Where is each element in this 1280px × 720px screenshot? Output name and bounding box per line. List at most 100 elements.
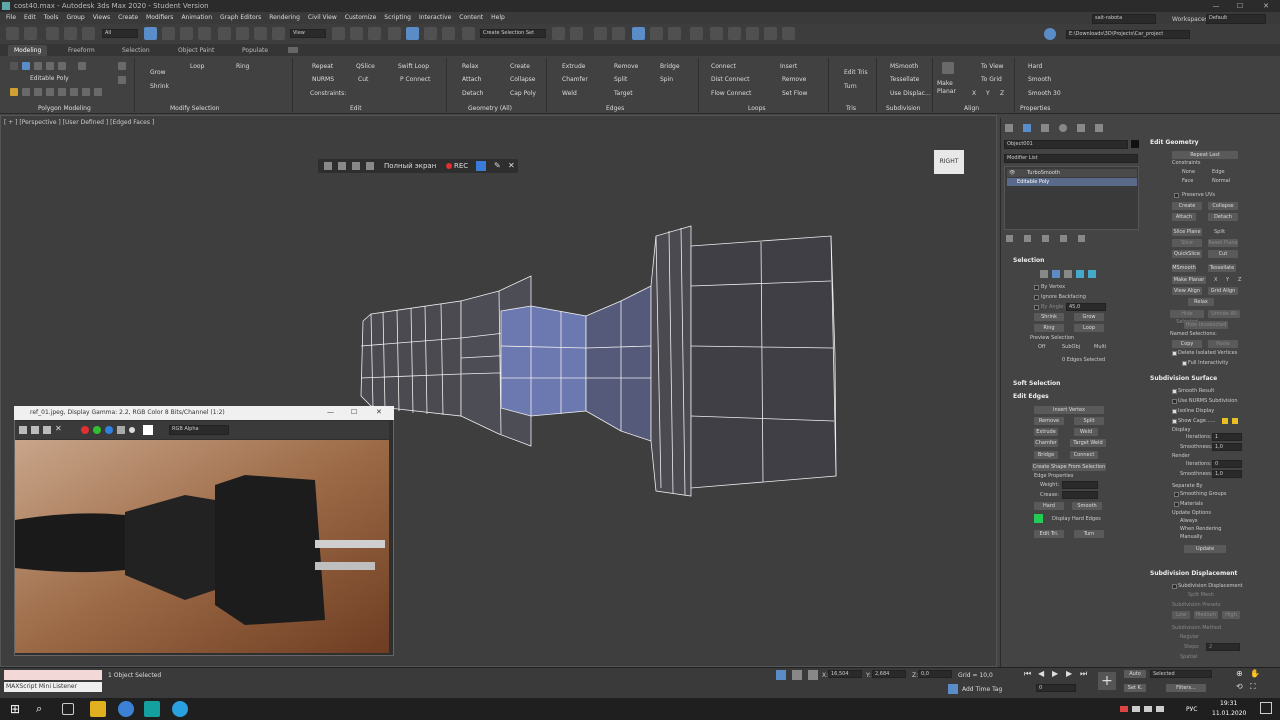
extrude-button[interactable]: Extrude [562,62,585,71]
window-icon[interactable] [338,162,346,170]
qslice-button[interactable]: QSlice [356,62,375,71]
eg-x-button[interactable]: X [1214,276,1217,284]
y-coord-input[interactable]: 2,684 [872,670,906,678]
hard-button[interactable]: Hard [1028,62,1042,71]
close-icon[interactable]: ✕ [1258,0,1274,12]
maximize-icon[interactable]: ☐ [1232,0,1248,12]
go-start-icon[interactable]: ⏮ [1024,669,1031,679]
object-color-swatch[interactable] [1131,140,1139,148]
msmooth-button[interactable]: MSmooth [890,62,918,71]
modify-tab-icon[interactable] [1023,124,1031,132]
ribbon-toggle-icon[interactable] [632,27,645,40]
create-tab-icon[interactable] [1005,124,1013,132]
zoom-icon[interactable]: ⊕ [1236,669,1243,678]
bind-spacewarp-icon[interactable] [82,27,95,40]
slice-button[interactable]: Slice [1172,239,1202,247]
edit-named-sel-icon[interactable] [462,27,475,40]
scene-explorer-icon[interactable] [594,27,607,40]
ring-sel-button[interactable]: Ring [1034,324,1064,332]
time-tag-icon[interactable] [948,684,958,694]
ee-hard-button[interactable]: Hard [1034,502,1064,510]
border-icon[interactable] [1064,270,1072,278]
turn-button[interactable]: Turn [844,82,857,91]
scale-icon[interactable] [254,27,267,40]
maxscript-input[interactable] [4,670,102,680]
slice-plane-button[interactable]: Slice Plane [1172,228,1202,236]
grow-button[interactable]: Grow [150,68,166,77]
selection-filter-dropdown[interactable]: All [102,29,138,38]
create-shape-button[interactable]: Create Shape From Selection [1032,463,1106,471]
eg-create-button[interactable]: Create [1172,202,1202,210]
border-mode-icon[interactable] [34,62,42,70]
eg-relax-button[interactable]: Relax [1188,298,1214,306]
loop-sel-button[interactable]: Loop [1074,324,1104,332]
by-vertex-checkbox[interactable] [1034,285,1039,290]
group-loops[interactable]: Loops [748,104,766,113]
ee-split-button[interactable]: Split [1074,417,1104,425]
shrink-sel-button[interactable]: Shrink [1034,313,1064,321]
undo-icon[interactable] [6,27,19,40]
x-coord-input[interactable]: 16,504 [828,670,862,678]
display-tab-icon[interactable] [1077,124,1085,132]
crop-icon[interactable] [366,162,374,170]
menu-views[interactable]: Views [93,12,110,24]
select-manipulate-icon[interactable] [350,27,363,40]
eg-detach-button[interactable]: Detach [1208,213,1238,221]
named-paste-button[interactable]: Paste [1208,340,1238,348]
attach-button[interactable]: Attach [462,75,481,84]
ee-extrude-button[interactable]: Extrude [1034,428,1058,436]
insert-vertex-button[interactable]: Insert Vertex [1034,406,1104,414]
window-crossing-icon[interactable] [198,27,211,40]
split-mesh-label[interactable]: Split Mesh [1188,591,1214,599]
manually-radio[interactable]: Manually [1180,533,1203,541]
flow-connect-button[interactable]: Flow Connect [711,89,751,98]
ring-button[interactable]: Ring [236,62,249,71]
color-swatch-icon[interactable] [476,161,486,171]
show-cage-checkbox[interactable] [1172,419,1177,424]
placement-icon[interactable] [272,27,285,40]
ignore-backface-icon[interactable] [46,88,54,96]
next-frame-icon[interactable]: ▶ [1066,669,1072,678]
group-subdivision[interactable]: Subdivision [886,104,920,113]
search-icon[interactable]: ⌕ [36,701,52,717]
render-cloud-icon[interactable] [764,27,777,40]
mono-icon[interactable] [129,427,135,433]
insert-button[interactable]: Insert [780,62,797,71]
collapse-stack-icon[interactable] [58,88,66,96]
to-grid-button[interactable]: To Grid [981,75,1002,84]
cut-button[interactable]: Cut [358,75,368,84]
cap-poly-button[interactable]: Cap Poly [510,89,536,98]
align-z-button[interactable]: Z [1000,89,1004,98]
snaps-toggle-icon[interactable] [388,27,401,40]
bridge-button[interactable]: Bridge [660,62,680,71]
group-edit[interactable]: Edit [350,104,362,113]
menu-customize[interactable]: Customize [345,12,377,24]
ee-chamfer-button[interactable]: Chamfer [1034,439,1058,447]
minimize-icon[interactable]: — [327,408,334,416]
to-view-button[interactable]: To View [981,62,1003,71]
flag-icon[interactable] [1120,706,1128,712]
show-end-icon[interactable] [1024,235,1031,242]
cage-color-a[interactable] [1222,418,1228,424]
curve-editor-icon[interactable] [650,27,663,40]
render-setup-icon[interactable] [710,27,723,40]
group-geometry[interactable]: Geometry (All) [468,104,512,113]
preserve-uvs-icon[interactable] [34,88,42,96]
move-icon[interactable] [218,27,231,40]
selection-header[interactable]: Selection [1013,256,1044,266]
use-displace-button[interactable]: Use Displac... [890,89,931,98]
weld-button[interactable]: Weld [562,89,577,98]
unhide-all-button[interactable]: Unhide All [1208,310,1240,318]
region-icon[interactable] [352,162,360,170]
set-flow-button[interactable]: Set Flow [782,89,807,98]
bg-color-swatch[interactable] [143,425,153,435]
chamfer-button[interactable]: Chamfer [562,75,588,84]
project-icon[interactable] [1044,28,1056,40]
spin-button[interactable]: Spin [660,75,673,84]
menu-rendering[interactable]: Rendering [269,12,300,24]
repeat-button[interactable]: Repeat [312,62,333,71]
file-explorer-icon[interactable] [90,701,106,717]
align-icon[interactable] [570,27,583,40]
link-icon[interactable] [46,27,59,40]
toggle-command-icon[interactable] [70,88,78,96]
